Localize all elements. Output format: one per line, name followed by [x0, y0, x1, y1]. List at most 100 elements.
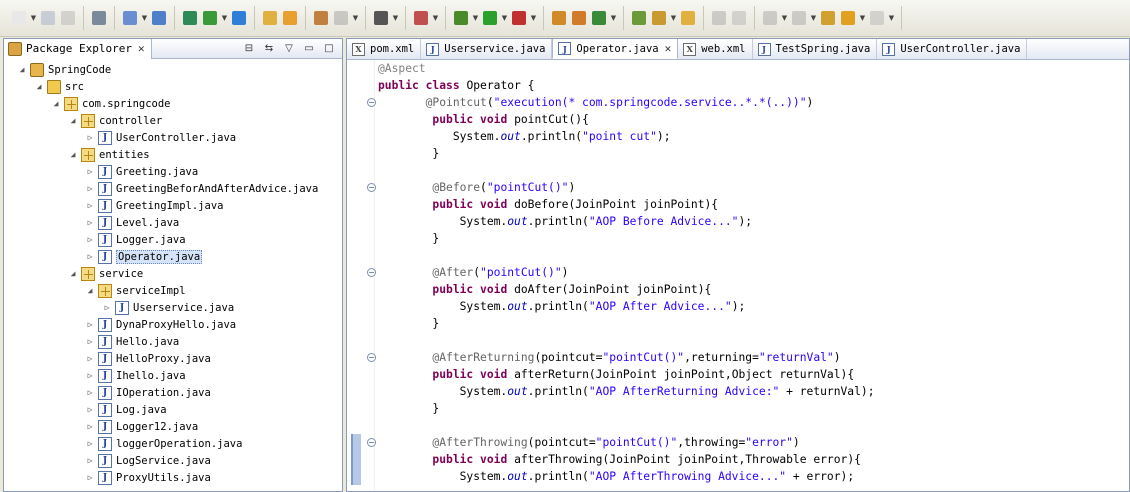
run-button[interactable] [480, 8, 500, 28]
expanded-arrow-icon[interactable]: ◢ [67, 149, 79, 161]
save-button[interactable] [38, 8, 58, 28]
next-annotation-button[interactable] [760, 8, 780, 28]
chevron-down-icon[interactable]: ▼ [809, 8, 818, 28]
collapse-all-icon[interactable]: ⊟ [242, 43, 256, 55]
tree-item[interactable]: ▷ J GreetingImpl.java [4, 197, 342, 214]
expanded-arrow-icon[interactable]: ◢ [67, 115, 79, 127]
run-server-button[interactable] [200, 8, 220, 28]
tree-item[interactable]: ▷ J Operator.java [4, 248, 342, 265]
tree-item[interactable]: ▷ J LogService.java [4, 452, 342, 469]
folder-open-button[interactable] [678, 8, 698, 28]
tree-item[interactable]: ▷ J Userservice.java [4, 299, 342, 316]
tree-item[interactable]: ▷ J Log.java [4, 401, 342, 418]
open-perspective-button[interactable] [649, 8, 669, 28]
chevron-down-icon[interactable]: ▼ [351, 8, 360, 28]
back-button[interactable] [838, 8, 858, 28]
tree-item[interactable]: ▷ J Level.java [4, 214, 342, 231]
collapsed-arrow-icon[interactable]: ▷ [101, 302, 113, 314]
properties-button[interactable] [311, 8, 331, 28]
tree-item[interactable]: ◢ com.springcode [4, 95, 342, 112]
tree-item[interactable]: ▷ J IOperation.java [4, 384, 342, 401]
code-text[interactable]: @Aspect public class Operator { @Pointcut… [375, 60, 1129, 491]
tree-item[interactable]: ▷ J Ihello.java [4, 367, 342, 384]
tree-item[interactable]: ◢ SpringCode [4, 61, 342, 78]
link-with-editor-icon[interactable]: ⇆ [262, 43, 276, 55]
collapsed-arrow-icon[interactable]: ▷ [84, 404, 96, 416]
last-edit-button[interactable] [818, 8, 838, 28]
collapsed-arrow-icon[interactable]: ▷ [84, 370, 96, 382]
debug-button[interactable] [451, 8, 471, 28]
tree-item[interactable]: ▷ J DynaProxyHello.java [4, 316, 342, 333]
collapsed-arrow-icon[interactable]: ▷ [84, 319, 96, 331]
package-explorer-tab[interactable]: Package Explorer ✕ [4, 38, 152, 59]
collapsed-arrow-icon[interactable]: ▷ [84, 438, 96, 450]
chevron-down-icon[interactable]: ▼ [220, 8, 229, 28]
forward-button[interactable] [867, 8, 887, 28]
build-button[interactable] [89, 8, 109, 28]
collapsed-arrow-icon[interactable]: ▷ [84, 353, 96, 365]
tree-item[interactable]: ◢ service [4, 265, 342, 282]
new-package-button[interactable] [569, 8, 589, 28]
chevron-down-icon[interactable]: ▼ [858, 8, 867, 28]
collapsed-arrow-icon[interactable]: ▷ [84, 387, 96, 399]
tree-item[interactable]: ▷ J Hello.java [4, 333, 342, 350]
open-task-button[interactable] [629, 8, 649, 28]
print-button[interactable] [58, 8, 78, 28]
new-wizard-button[interactable] [411, 8, 431, 28]
chevron-down-icon[interactable]: ▼ [431, 8, 440, 28]
collapsed-arrow-icon[interactable]: ▷ [84, 183, 96, 195]
close-icon[interactable]: ✕ [138, 42, 145, 55]
editor-tab[interactable]: Xpom.xml [347, 39, 422, 59]
tree-item[interactable]: ▷ JloggerOperation.java [4, 435, 342, 452]
new-project-button[interactable] [280, 8, 300, 28]
collapsed-arrow-icon[interactable]: ▷ [84, 336, 96, 348]
tree-item[interactable]: ▷ J Logger12.java [4, 418, 342, 435]
collapsed-arrow-icon[interactable]: ▷ [84, 132, 96, 144]
tree-item[interactable]: ▷ J ProxyUtils.java [4, 469, 342, 486]
open-type-button[interactable] [120, 8, 140, 28]
refresh-button[interactable] [589, 8, 609, 28]
maximize-icon[interactable]: □ [322, 43, 336, 55]
tree-item[interactable]: ◢ controller [4, 112, 342, 129]
minimize-icon[interactable]: ▭ [302, 43, 316, 55]
chevron-down-icon[interactable]: ▼ [669, 8, 678, 28]
expanded-arrow-icon[interactable]: ◢ [67, 268, 79, 280]
new-button[interactable] [9, 8, 29, 28]
close-icon[interactable]: ✕ [665, 42, 672, 55]
new-java-class-button[interactable] [549, 8, 569, 28]
tree-item[interactable]: ▷ J UserController.java [4, 129, 342, 146]
tree-item[interactable]: ▷ J GreetingBeforAndAfterAdvice.java [4, 180, 342, 197]
server-button[interactable] [180, 8, 200, 28]
editor-tab[interactable]: J Operator.java ✕ [552, 39, 679, 59]
chevron-down-icon[interactable]: ▼ [780, 8, 789, 28]
expanded-arrow-icon[interactable]: ◢ [84, 285, 96, 297]
collapsed-arrow-icon[interactable]: ▷ [84, 421, 96, 433]
collapsed-arrow-icon[interactable]: ▷ [84, 455, 96, 467]
chevron-down-icon[interactable]: ▼ [140, 8, 149, 28]
collapsed-arrow-icon[interactable]: ▷ [84, 472, 96, 484]
chevron-down-icon[interactable]: ▼ [500, 8, 509, 28]
tree-item[interactable]: ▷ J Greeting.java [4, 163, 342, 180]
web-browser-button[interactable] [229, 8, 249, 28]
collapsed-arrow-icon[interactable]: ▷ [84, 251, 96, 263]
chevron-down-icon[interactable]: ▼ [887, 8, 896, 28]
chevron-down-icon[interactable]: ▼ [29, 8, 38, 28]
collapsed-arrow-icon[interactable]: ▷ [84, 234, 96, 246]
editor-tab[interactable]: Xweb.xml [678, 39, 753, 59]
camera-button[interactable] [371, 8, 391, 28]
tree-item[interactable]: ◢ serviceImpl [4, 282, 342, 299]
view-menu-icon[interactable]: ▽ [282, 43, 296, 55]
collapsed-arrow-icon[interactable]: ▷ [84, 217, 96, 229]
chevron-down-icon[interactable]: ▼ [471, 8, 480, 28]
editor-tab[interactable]: J UserController.java [877, 39, 1028, 59]
expanded-arrow-icon[interactable]: ◢ [33, 81, 45, 93]
expanded-arrow-icon[interactable]: ◢ [16, 64, 28, 76]
expanded-arrow-icon[interactable]: ◢ [50, 98, 62, 110]
collapsed-arrow-icon[interactable]: ▷ [84, 166, 96, 178]
tree-item[interactable]: ▷ J HelloProxy.java [4, 350, 342, 367]
editor-tab[interactable]: J TestSpring.java [753, 39, 878, 59]
tree-item[interactable]: ◢ src [4, 78, 342, 95]
globe-button[interactable] [331, 8, 351, 28]
search-button[interactable] [149, 8, 169, 28]
chevron-down-icon[interactable]: ▼ [529, 8, 538, 28]
